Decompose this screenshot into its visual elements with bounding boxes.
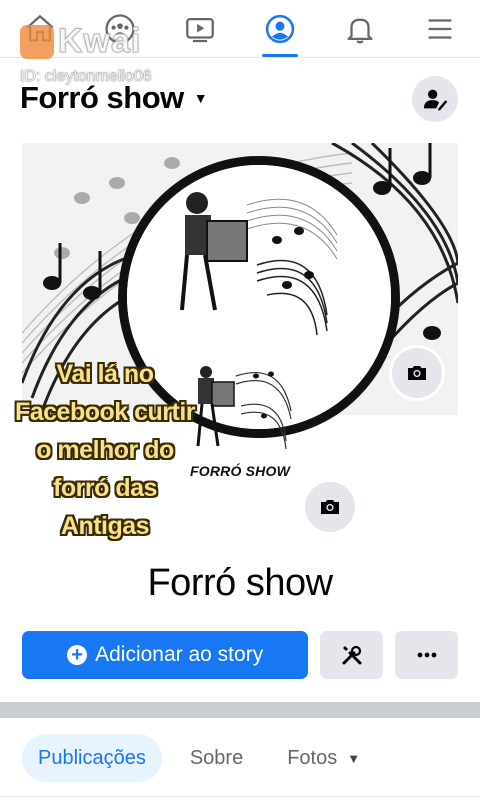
- nav-notifications[interactable]: [320, 0, 400, 57]
- edit-cover-camera-button[interactable]: [389, 345, 445, 401]
- tools-button[interactable]: [320, 631, 384, 679]
- bell-icon: [347, 18, 373, 44]
- edit-profile-picture-camera-button[interactable]: [302, 479, 358, 535]
- caption-line: forró das: [53, 474, 157, 502]
- page-switcher[interactable]: Forró show ▼: [20, 80, 208, 116]
- add-to-story-label: Adicionar ao story: [95, 643, 264, 666]
- caret-down-icon: ▼: [193, 90, 208, 106]
- tab-label: Publicações: [38, 746, 146, 769]
- plus-circle-icon: +: [67, 645, 88, 665]
- camera-icon: [321, 500, 339, 514]
- video-caption-overlay: Vai lá no Facebook curtir o melhor do fo…: [0, 355, 210, 545]
- camera-icon: [408, 366, 426, 380]
- watch-icon: [186, 17, 214, 42]
- hamburger-menu-icon: [428, 18, 452, 39]
- watermark-brand: Kwai: [57, 22, 142, 61]
- tabs-bottom-border: [0, 796, 480, 797]
- caret-down-icon: ▼: [347, 750, 361, 766]
- nav-profile[interactable]: [240, 0, 320, 57]
- tab-label: Fotos: [287, 746, 338, 769]
- more-options-button[interactable]: [395, 631, 458, 679]
- tab-label: Sobre: [189, 746, 244, 769]
- add-to-story-button[interactable]: + Adicionar ao story: [22, 631, 309, 679]
- caption-line: Facebook curtir: [14, 398, 196, 426]
- action-bar: + Adicionar ao story: [22, 631, 458, 679]
- kwai-watermark: Kwai ID: cleytonmello06: [20, 22, 152, 86]
- profile-switch-button[interactable]: [412, 76, 458, 122]
- page-name: Forró show: [147, 562, 333, 604]
- caption-line: Vai lá no: [56, 360, 154, 388]
- section-divider: [0, 702, 480, 718]
- tab-fotos[interactable]: Fotos ▼: [271, 734, 376, 782]
- user-edit-icon: [423, 89, 448, 111]
- tab-publicacoes[interactable]: Publicações: [22, 734, 162, 782]
- tab-sobre[interactable]: Sobre: [174, 734, 259, 782]
- caption-line: o melhor do: [36, 436, 174, 464]
- nav-menu[interactable]: [400, 0, 480, 57]
- caption-line: Antigas: [60, 512, 150, 540]
- profile-tabs: Publicações Sobre Fotos ▼: [22, 734, 376, 782]
- profile-icon: [265, 14, 295, 43]
- kwai-logo-icon: [20, 24, 54, 59]
- more-dots-icon: [417, 652, 436, 658]
- page-title: Forró show: [20, 80, 184, 115]
- tools-icon: [342, 645, 362, 665]
- nav-watch[interactable]: [160, 0, 240, 57]
